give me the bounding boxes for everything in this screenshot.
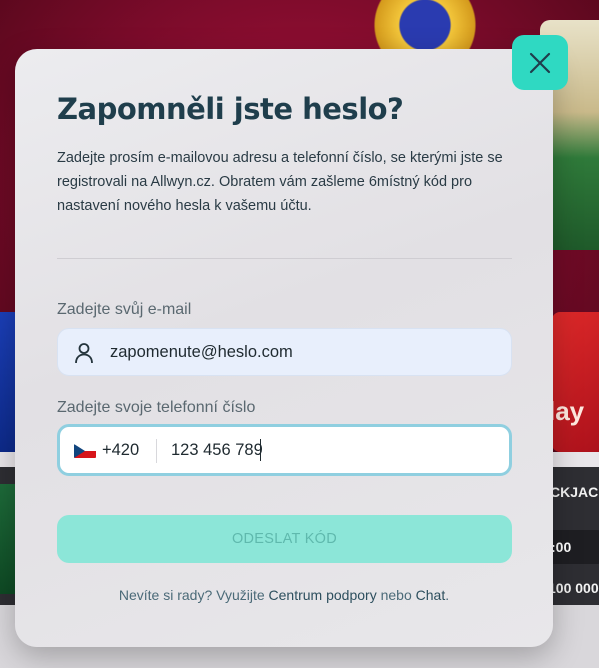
close-button[interactable] <box>512 35 568 90</box>
czech-flag-icon[interactable] <box>74 444 96 458</box>
text-cursor <box>260 439 261 461</box>
help-text: Nevíte si rady? Využijte Centrum podpory… <box>0 587 568 603</box>
support-center-link[interactable]: Centrum podpory <box>269 587 377 603</box>
background-blackjack-card <box>0 484 16 594</box>
chat-link[interactable]: Chat <box>416 587 446 603</box>
phone-field[interactable]: +420 123 456 789 <box>57 424 512 476</box>
user-icon <box>75 343 93 364</box>
background-game-card-right <box>552 312 599 452</box>
email-value: zapomenute@heslo.com <box>110 343 293 361</box>
help-middle: nebo <box>376 587 416 603</box>
country-code-prefix[interactable]: +420 <box>102 441 139 460</box>
background-timer: :00 <box>545 530 599 564</box>
background-blackjack-title: CKJACK <box>550 484 599 500</box>
help-suffix: . <box>445 587 450 603</box>
prefix-separator <box>156 439 157 463</box>
background-play-text: lay <box>548 396 585 426</box>
email-field[interactable]: zapomenute@heslo.com <box>57 328 512 376</box>
phone-label: Zadejte svoje telefonní číslo <box>57 399 256 416</box>
send-code-button[interactable]: ODESLAT KÓD <box>57 515 512 563</box>
phone-value: 123 456 789 <box>171 441 263 459</box>
modal-description: Zadejte prosím e-mailovou adresu a telef… <box>57 150 503 214</box>
close-icon <box>529 52 551 73</box>
help-prefix: Nevíte si rady? Využijte <box>118 587 269 603</box>
divider <box>57 258 512 259</box>
email-label: Zadejte svůj e-mail <box>57 301 192 318</box>
modal-title: Zapomněli jste heslo? <box>57 92 404 126</box>
